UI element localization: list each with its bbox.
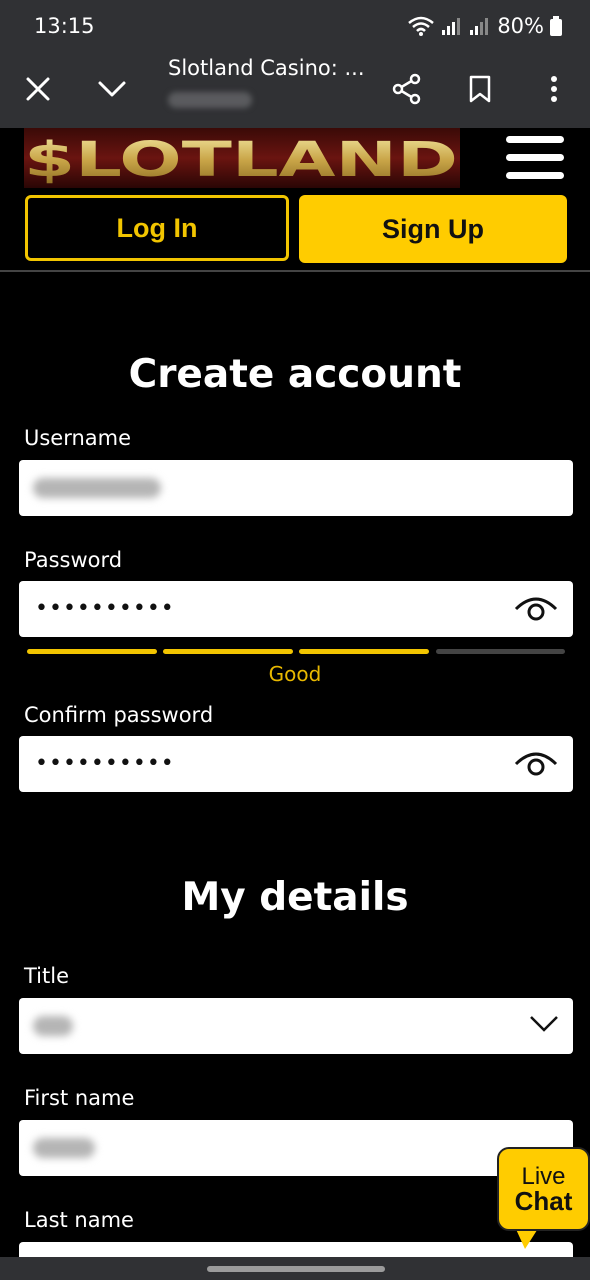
- last-name-field[interactable]: [19, 1242, 573, 1257]
- system-nav-bar: [0, 1257, 590, 1280]
- signup-button[interactable]: Sign Up: [299, 195, 567, 263]
- confirm-password-value: ••••••••••: [35, 751, 175, 776]
- slotland-logo[interactable]: $LOTLAND: [24, 128, 460, 188]
- login-button[interactable]: Log In: [25, 195, 289, 261]
- my-details-heading: My details: [181, 875, 409, 920]
- title-label: Title: [24, 964, 70, 988]
- chat-bubble-icon: Live Chat: [497, 1147, 590, 1231]
- username-value-redacted: [33, 478, 161, 498]
- battery-percent: 80%: [497, 14, 544, 38]
- create-account-heading: Create account: [128, 352, 462, 397]
- password-strength-label: Good: [268, 662, 322, 686]
- share-icon[interactable]: [384, 66, 430, 112]
- live-chat-label-line2: Chat: [514, 1186, 573, 1216]
- live-chat-button[interactable]: Live Chat: [497, 1147, 590, 1257]
- gesture-handle[interactable]: [207, 1266, 385, 1272]
- more-vert-icon[interactable]: [531, 66, 577, 112]
- status-bar: 13:15 80%: [0, 0, 590, 52]
- signal-icon-2: [470, 18, 489, 35]
- logo-text: $LOTLAND: [24, 132, 458, 188]
- confirm-password-label: Confirm password: [24, 703, 214, 727]
- wifi-icon: [408, 16, 435, 36]
- signal-icon: [442, 18, 461, 35]
- page-title[interactable]: Slotland Casino: ...: [168, 56, 365, 80]
- first-name-label: First name: [24, 1086, 135, 1110]
- last-name-label: Last name: [24, 1208, 134, 1232]
- status-time: 13:15: [34, 14, 95, 38]
- battery-icon: [550, 16, 562, 36]
- password-label: Password: [24, 548, 123, 572]
- first-name-value-redacted: [33, 1138, 95, 1158]
- first-name-field[interactable]: [19, 1120, 573, 1176]
- password-value: ••••••••••: [35, 596, 175, 621]
- title-value-redacted: [33, 1016, 73, 1036]
- chevron-down-icon: [530, 1016, 558, 1032]
- close-icon[interactable]: [15, 66, 61, 112]
- status-icons: 80%: [407, 14, 562, 38]
- confirm-password-field[interactable]: ••••••••••: [19, 736, 573, 792]
- browser-toolbar: Slotland Casino: ...: [0, 52, 590, 128]
- chevron-down-icon[interactable]: [89, 66, 135, 112]
- show-confirm-password-eye-icon[interactable]: [513, 748, 559, 780]
- url-text-redacted[interactable]: [168, 92, 252, 108]
- password-field[interactable]: ••••••••••: [19, 581, 573, 637]
- bookmark-icon[interactable]: [457, 66, 503, 112]
- strength-segment-4: [436, 649, 565, 654]
- show-password-eye-icon[interactable]: [513, 593, 559, 625]
- strength-segment-3: [299, 649, 429, 654]
- header-divider: [0, 270, 590, 272]
- strength-segment-2: [163, 649, 293, 654]
- title-select[interactable]: [19, 998, 573, 1054]
- strength-segment-1: [27, 649, 157, 654]
- username-field[interactable]: [19, 460, 573, 516]
- hamburger-menu-icon[interactable]: [506, 136, 566, 180]
- username-label: Username: [24, 426, 132, 450]
